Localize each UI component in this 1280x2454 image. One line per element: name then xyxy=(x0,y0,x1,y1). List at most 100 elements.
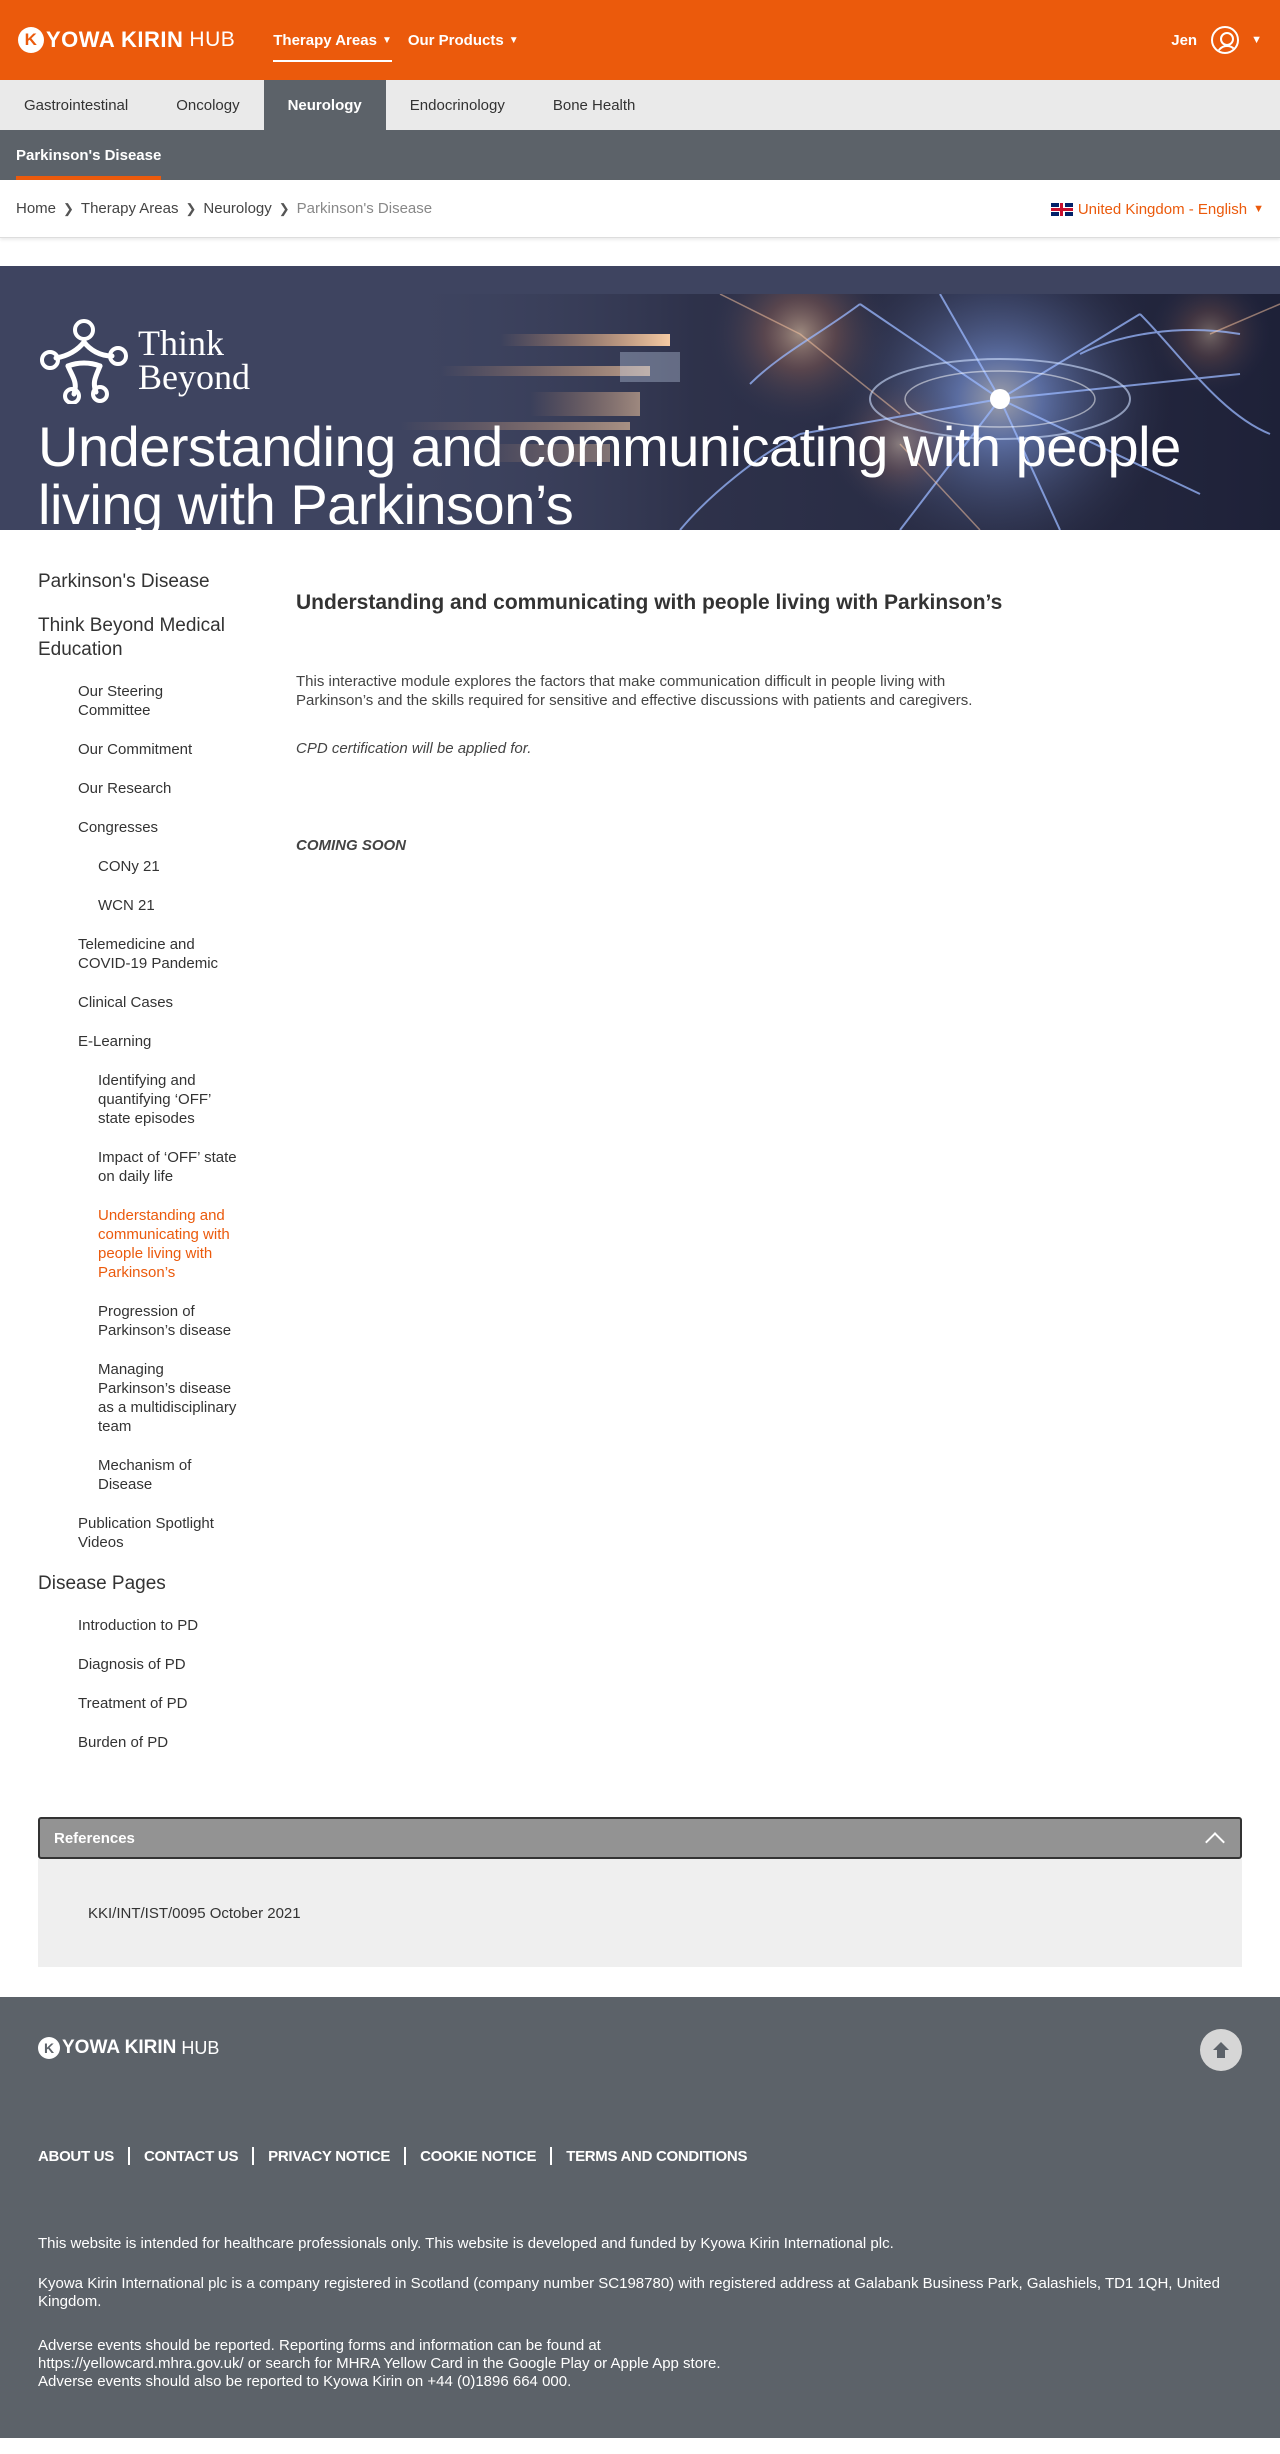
sidebar-e-learning[interactable]: E-Learning xyxy=(78,1032,228,1051)
nav-our-products-label: Our Products xyxy=(407,31,504,49)
footer-links: ABOUT US CONTACT US PRIVACY NOTICE COOKI… xyxy=(38,2147,747,2165)
hero-banner: Think Beyond Understanding and communica… xyxy=(0,266,1280,530)
sidebar-diagnosis-pd[interactable]: Diagnosis of PD xyxy=(78,1655,228,1674)
logo-wordmark: YOWA KIRIN xyxy=(46,27,184,52)
footer-logo-hub: HUB xyxy=(181,2037,220,2058)
references-toggle[interactable]: References xyxy=(38,1817,1242,1859)
footer-privacy-notice[interactable]: PRIVACY NOTICE xyxy=(268,2148,390,2165)
sub-nav: Parkinson's Disease xyxy=(0,130,1280,180)
caret-down-icon: ▼ xyxy=(381,34,392,46)
footer-logo-k-mark: K xyxy=(38,2037,60,2059)
nav-therapy-areas[interactable]: Therapy Areas ▼ xyxy=(265,0,400,80)
tab-endocrinology[interactable]: Endocrinology xyxy=(386,80,529,130)
sidebar-telemedicine[interactable]: Telemedicine and COVID-19 Pandemic xyxy=(78,935,228,973)
references-title: References xyxy=(54,1829,135,1847)
footer-ae-line2: https://yellowcard.mhra.gov.uk/ or searc… xyxy=(38,2355,721,2372)
content-description: This interactive module explores the fac… xyxy=(296,673,973,709)
user-menu[interactable]: Jen ▼ xyxy=(1171,0,1262,80)
think-beyond-line2: Beyond xyxy=(138,357,250,397)
footer-terms[interactable]: TERMS AND CONDITIONS xyxy=(566,2148,747,2165)
caret-down-icon: ▼ xyxy=(508,34,519,46)
footer-hcp-notice: This website is intended for healthcare … xyxy=(38,2235,894,2252)
footer: K YOWA KIRIN HUB ABOUT US CONTACT US PRIVA… xyxy=(0,1997,1280,2438)
nav-our-products[interactable]: Our Products ▼ xyxy=(400,0,527,80)
footer-logo-wordmark: YOWA KIRIN xyxy=(62,2037,177,2058)
main-content: Understanding and communicating with peo… xyxy=(296,570,1280,1772)
breadcrumb-home[interactable]: Home xyxy=(16,200,56,217)
sidebar-el-understanding-current[interactable]: Understanding and communicating with peo… xyxy=(98,1206,238,1282)
sidebar-cony-21[interactable]: CONy 21 xyxy=(98,857,238,876)
sidebar-el-impact-off[interactable]: Impact of ‘OFF’ state on daily life xyxy=(98,1148,238,1186)
sidebar-think-beyond[interactable]: Think Beyond Medical Education xyxy=(38,614,276,662)
coming-soon-label: COMING SOON xyxy=(296,837,407,854)
region-label: United Kingdom - English xyxy=(1077,200,1248,218)
caret-down-icon: ▼ xyxy=(1253,203,1264,215)
chevron-right-icon: ❯ xyxy=(63,200,74,216)
sidebar-el-identifying-off[interactable]: Identifying and quantifying ‘OFF’ state … xyxy=(98,1071,238,1128)
footer-divider xyxy=(252,2147,255,2165)
footer-adverse-events: Adverse events should be reported. Repor… xyxy=(38,2337,1242,2391)
cpd-note: CPD certification will be applied for. xyxy=(296,740,532,757)
sidebar-burden-pd[interactable]: Burden of PD xyxy=(78,1733,228,1752)
sidebar-parkinsons-disease[interactable]: Parkinson's Disease xyxy=(38,570,276,594)
breadcrumb-bar: Home ❯ Therapy Areas ❯ Neurology ❯ Parki… xyxy=(0,180,1280,238)
breadcrumb-current: Parkinson's Disease xyxy=(296,200,433,217)
main-area: Parkinson's Disease Think Beyond Medical… xyxy=(0,530,1280,1772)
think-beyond-brand: Think Beyond xyxy=(38,316,250,404)
sidebar-intro-pd[interactable]: Introduction to PD xyxy=(78,1616,228,1635)
tab-oncology[interactable]: Oncology xyxy=(152,80,263,130)
footer-about-us[interactable]: ABOUT US xyxy=(38,2148,114,2165)
sidebar-our-research[interactable]: Our Research xyxy=(78,779,228,798)
tab-gastrointestinal[interactable]: Gastrointestinal xyxy=(0,80,152,130)
sidebar-treatment-pd[interactable]: Treatment of PD xyxy=(78,1694,228,1713)
footer-logo[interactable]: K YOWA KIRIN HUB xyxy=(38,2037,219,2059)
arrow-up-icon xyxy=(1213,2042,1229,2058)
nav-therapy-areas-label: Therapy Areas xyxy=(273,31,377,49)
main-nav: Therapy Areas ▼ Our Products ▼ xyxy=(265,0,526,80)
footer-cookie-notice[interactable]: COOKIE NOTICE xyxy=(420,2148,536,2165)
sidebar-congresses[interactable]: Congresses xyxy=(78,818,228,837)
footer-ae-line3: Adverse events should also be reported t… xyxy=(38,2373,572,2390)
kyowa-kirin-logo[interactable]: K YOWA KIRIN HUB xyxy=(18,27,235,53)
sidebar: Parkinson's Disease Think Beyond Medical… xyxy=(0,570,296,1772)
breadcrumb-neurology[interactable]: Neurology xyxy=(203,200,271,217)
sidebar-our-commitment[interactable]: Our Commitment xyxy=(78,740,228,759)
references-accordion: References KKI/INT/IST/0095 October 2021 xyxy=(38,1817,1242,1967)
reference-code: KKI/INT/IST/0095 October 2021 xyxy=(88,1905,301,1922)
sidebar-el-progression[interactable]: Progression of Parkinson’s disease xyxy=(98,1302,238,1340)
user-avatar-icon xyxy=(1211,26,1240,54)
footer-company-info: Kyowa Kirin International plc is a compa… xyxy=(38,2275,1220,2310)
breadcrumb-therapy-areas[interactable]: Therapy Areas xyxy=(81,200,179,217)
sidebar-el-managing[interactable]: Managing Parkinson’s disease as a multid… xyxy=(98,1360,238,1436)
tab-bone-health[interactable]: Bone Health xyxy=(529,80,660,130)
uk-flag-icon xyxy=(1050,202,1073,216)
references-body: KKI/INT/IST/0095 October 2021 xyxy=(38,1859,1242,1967)
sidebar-el-mechanism[interactable]: Mechanism of Disease xyxy=(98,1456,238,1494)
sidebar-wcn-21[interactable]: WCN 21 xyxy=(98,896,238,915)
chevron-up-icon xyxy=(1205,1832,1225,1852)
hero-title: Understanding and communicating with peo… xyxy=(38,415,1181,531)
chevron-right-icon: ❯ xyxy=(185,200,197,216)
footer-contact-us[interactable]: CONTACT US xyxy=(144,2148,239,2165)
therapy-tabs: Gastrointestinal Oncology Neurology Endo… xyxy=(0,80,1280,130)
think-beyond-line1: Think xyxy=(138,323,224,363)
sidebar-disease-pages[interactable]: Disease Pages xyxy=(38,1572,276,1596)
content-heading: Understanding and communicating with peo… xyxy=(296,591,1003,614)
logo-k-mark: K xyxy=(18,27,44,53)
sidebar-publication-spotlight[interactable]: Publication Spotlight Videos xyxy=(78,1514,228,1552)
think-beyond-wordmark: Think Beyond xyxy=(138,323,250,397)
subnav-parkinsons-disease[interactable]: Parkinson's Disease xyxy=(16,130,162,180)
think-beyond-logo-icon xyxy=(40,319,128,404)
user-name: Jen xyxy=(1171,31,1198,49)
footer-ae-line1: Adverse events should be reported. Repor… xyxy=(38,2337,601,2354)
logo-hub: HUB xyxy=(189,28,236,51)
sidebar-clinical-cases[interactable]: Clinical Cases xyxy=(78,993,228,1012)
sidebar-steering-committee[interactable]: Our Steering Committee xyxy=(78,682,228,720)
top-bar: K YOWA KIRIN HUB Therapy Areas ▼ Our Produc… xyxy=(0,0,1280,80)
chevron-right-icon: ❯ xyxy=(278,200,290,216)
caret-down-icon: ▼ xyxy=(1251,34,1262,46)
tab-neurology[interactable]: Neurology xyxy=(263,80,386,130)
footer-divider xyxy=(404,2147,407,2165)
region-selector[interactable]: United Kingdom - English ▼ xyxy=(1050,180,1264,238)
back-to-top-button[interactable] xyxy=(1200,2029,1242,2071)
